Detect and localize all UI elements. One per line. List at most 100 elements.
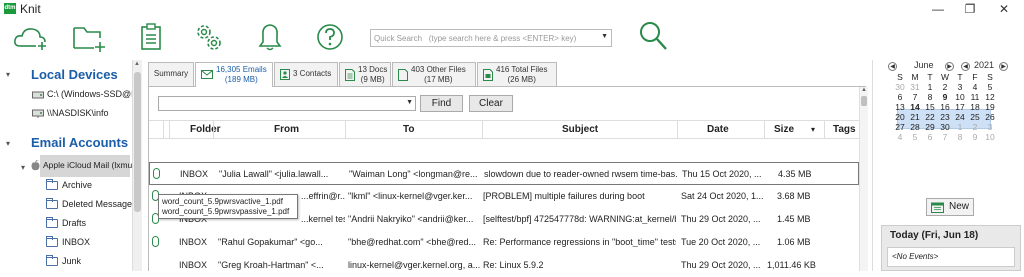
network-drive-icon <box>32 109 44 119</box>
column-tags[interactable]: Tags <box>833 124 856 135</box>
calendar-day[interactable]: 26 <box>984 112 996 122</box>
app-logo: dtm <box>4 3 16 14</box>
calendar-day[interactable]: 18 <box>969 102 981 112</box>
calendar-day[interactable]: 19 <box>984 102 996 112</box>
account-apple-icloud[interactable]: Apple iCloud Mail (lxmus <box>31 160 137 171</box>
calendar-day[interactable]: 10 <box>984 132 996 142</box>
tab-total-files[interactable]: 416 Total Files (26 MB) <box>477 62 557 86</box>
calendar-day[interactable]: 15 <box>924 102 936 112</box>
folder-icon <box>46 217 58 229</box>
calendar-day[interactable]: 3 <box>984 122 996 132</box>
calendar-day[interactable]: 6 <box>924 132 936 142</box>
calendar-day[interactable]: 2 <box>939 82 951 92</box>
calendar-day[interactable]: 25 <box>969 112 981 122</box>
calendar-day[interactable]: 17 <box>954 102 966 112</box>
calendar-day[interactable]: 14 <box>909 102 921 112</box>
chevron-down-icon[interactable]: ▼ <box>601 33 608 40</box>
calendar-day[interactable]: 9 <box>939 92 951 102</box>
calendar-day[interactable]: 13 <box>894 102 906 112</box>
tab-summary[interactable]: Summary <box>148 62 194 86</box>
calendar-day[interactable]: 29 <box>924 122 936 132</box>
find-button[interactable]: Find <box>420 95 463 112</box>
calendar-day[interactable]: 30 <box>939 122 951 132</box>
calendar-day[interactable]: 12 <box>984 92 996 102</box>
calendar-day[interactable]: 23 <box>939 112 951 122</box>
search-go-icon[interactable] <box>638 20 668 52</box>
table-row[interactable]: INBOX "Julia Lawall" <julia.lawall... "W… <box>149 162 859 185</box>
quick-search-box[interactable]: ▼ <box>370 29 612 47</box>
collapse-icon[interactable]: ▾ <box>6 139 10 148</box>
folder-junk[interactable]: Junk <box>46 255 81 267</box>
calendar-day[interactable]: 8 <box>954 132 966 142</box>
folder-inbox[interactable]: INBOX <box>46 236 90 248</box>
gears-icon[interactable] <box>194 22 224 52</box>
prev-year-icon[interactable]: ◀ <box>961 60 970 71</box>
clear-button[interactable]: Clear <box>469 95 513 112</box>
table-scrollbar[interactable]: ▲ <box>859 87 868 271</box>
next-month-icon[interactable]: ▶ <box>945 60 954 71</box>
prev-month-icon[interactable]: ◀ <box>888 60 897 71</box>
tab-docs[interactable]: 13 Docs (9 MB) <box>339 62 391 86</box>
expand-icon[interactable]: ▾ <box>21 163 25 172</box>
column-folder[interactable]: Folder <box>190 124 221 135</box>
calendar-day[interactable]: 5 <box>984 82 996 92</box>
calendar-day[interactable]: 4 <box>969 82 981 92</box>
envelope-icon <box>201 70 213 79</box>
filter-dropdown[interactable]: ▼ <box>158 96 416 111</box>
next-year-icon[interactable]: ▶ <box>999 60 1008 71</box>
column-date[interactable]: Date <box>707 124 729 135</box>
calendar-day[interactable]: 10 <box>954 92 966 102</box>
calendar-day[interactable]: 16 <box>939 102 951 112</box>
calendar-day[interactable]: 5 <box>909 132 921 142</box>
close-button[interactable]: ✕ <box>984 0 1024 18</box>
folder-drafts[interactable]: Drafts <box>46 217 86 229</box>
device-nasdisk[interactable]: \\NASDISK\info <box>32 108 109 119</box>
quick-search-input[interactable] <box>371 30 593 46</box>
folder-archive[interactable]: Archive <box>46 179 92 191</box>
calendar-day[interactable]: 31 <box>909 82 921 92</box>
calendar-day[interactable]: 20 <box>894 112 906 122</box>
column-size[interactable]: Size <box>774 124 794 135</box>
cloud-add-icon[interactable] <box>12 24 50 50</box>
column-subject[interactable]: Subject <box>562 124 598 135</box>
column-to[interactable]: To <box>403 124 414 135</box>
chevron-down-icon[interactable]: ▼ <box>406 99 413 106</box>
calendar-day[interactable]: 1 <box>954 122 966 132</box>
bell-icon[interactable] <box>258 22 282 52</box>
calendar-day[interactable]: 2 <box>969 122 981 132</box>
help-icon[interactable] <box>316 22 346 52</box>
new-event-button[interactable]: New <box>926 198 974 216</box>
calendar-day[interactable]: 6 <box>894 92 906 102</box>
calendar-day[interactable]: 27 <box>894 122 906 132</box>
calendar-day[interactable]: 28 <box>909 122 921 132</box>
calendar-day[interactable]: 24 <box>954 112 966 122</box>
calendar-day[interactable]: 3 <box>954 82 966 92</box>
local-devices-header[interactable]: Local Devices <box>31 67 118 82</box>
device-c-drive[interactable]: C:\ (Windows-SSD@RS <box>32 89 144 99</box>
calendar-day[interactable]: 11 <box>969 92 981 102</box>
folder-deleted-messages[interactable]: Deleted Messages <box>46 198 137 210</box>
column-from[interactable]: From <box>274 124 299 135</box>
table-row[interactable]: INBOX "Rahul Gopakumar" <go... "bhe@redh… <box>149 231 859 254</box>
tab-other-files[interactable]: 403 Other Files (17 MB) <box>392 62 476 86</box>
table-row[interactable]: INBOX "Greg Kroah-Hartman" <... linux-ke… <box>149 254 859 277</box>
sort-desc-icon[interactable]: ▾ <box>811 125 815 134</box>
calendar-day[interactable]: 8 <box>924 92 936 102</box>
tab-contacts[interactable]: 3 Contacts <box>274 62 338 86</box>
email-accounts-header[interactable]: Email Accounts <box>31 135 128 150</box>
calendar-day[interactable]: 22 <box>924 112 936 122</box>
calendar-day[interactable]: 7 <box>909 92 921 102</box>
sidebar-scrollbar[interactable]: ▲ <box>132 60 142 271</box>
clipboard-icon[interactable] <box>140 23 164 51</box>
calendar-day[interactable]: 21 <box>909 112 921 122</box>
calendar-day[interactable]: 9 <box>969 132 981 142</box>
calendar-day[interactable]: 4 <box>894 132 906 142</box>
calendar-icon <box>931 202 944 213</box>
calendar-day[interactable]: 1 <box>924 82 936 92</box>
apple-icon <box>31 160 40 171</box>
folder-add-icon[interactable] <box>72 24 108 52</box>
tab-emails[interactable]: 16,305 Emails (189 MB) <box>195 62 273 87</box>
collapse-icon[interactable]: ▾ <box>6 70 10 79</box>
calendar-day[interactable]: 7 <box>939 132 951 142</box>
calendar-day[interactable]: 30 <box>894 82 906 92</box>
